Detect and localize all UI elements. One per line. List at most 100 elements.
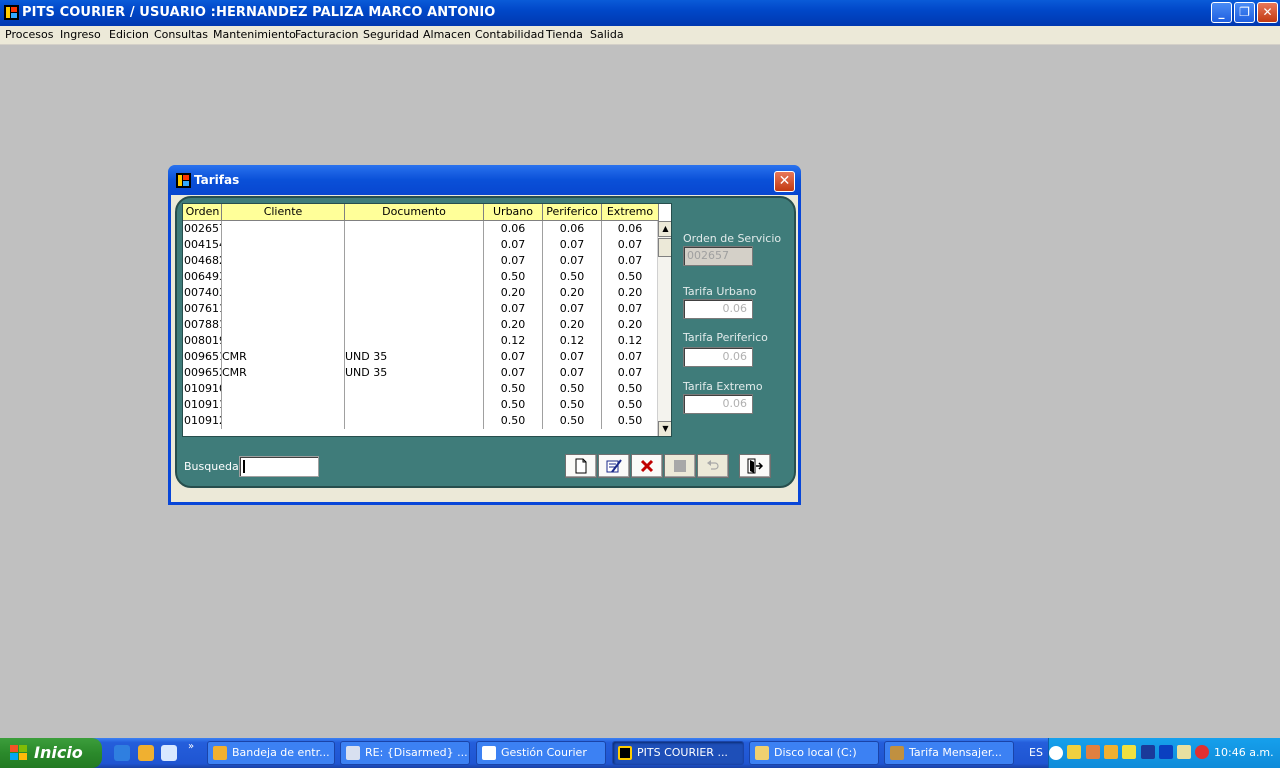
monitor-tray-icon[interactable]: [1177, 745, 1191, 759]
tarifas-grid[interactable]: Orden Cliente Documento Urbano Periferic…: [182, 203, 672, 437]
dialog-close-button[interactable]: ✕: [774, 171, 795, 192]
mail-tray-icon[interactable]: [1067, 745, 1081, 759]
menu-seguridad[interactable]: Seguridad: [363, 28, 419, 41]
undo-button[interactable]: [697, 454, 729, 478]
app-logo-icon: [4, 5, 19, 20]
security-shield-icon[interactable]: [1122, 745, 1136, 759]
busqueda-label: Busqueda: [184, 460, 239, 473]
menu-almacen[interactable]: Almacen: [423, 28, 471, 41]
cell-orden: 010910: [184, 381, 222, 397]
menu-consultas[interactable]: Consultas: [154, 28, 208, 41]
undo-icon: [707, 460, 719, 470]
pits-task-icon: [618, 746, 632, 760]
col-header-extremo[interactable]: Extremo: [602, 204, 659, 221]
tarifas-panel: Orden Cliente Documento Urbano Periferic…: [175, 196, 796, 488]
task-label: Tarifa Mensajer...: [909, 746, 1002, 759]
task-disco-local[interactable]: Disco local (C:): [749, 741, 879, 765]
cell-documento: [345, 301, 484, 317]
scroll-up-button[interactable]: ▲: [658, 221, 671, 237]
delete-button[interactable]: [631, 454, 663, 478]
cell-extremo: 0.07: [602, 365, 659, 381]
scroll-down-button[interactable]: ▼: [658, 421, 671, 436]
cell-documento: [345, 253, 484, 269]
antivirus-tray-icon[interactable]: [1195, 745, 1209, 759]
cell-orden: 009651: [184, 349, 222, 365]
col-header-orden[interactable]: Orden: [183, 204, 222, 221]
tray-expand-icon[interactable]: [1049, 746, 1063, 760]
col-header-periferico[interactable]: Periferico: [543, 204, 602, 221]
text-caret: [243, 460, 245, 473]
task-pits-courier[interactable]: PITS COURIER ...: [612, 741, 744, 765]
cell-documento: UND 35: [345, 365, 484, 381]
table-row[interactable]: 010912 0.50 0.50 0.50: [183, 413, 659, 429]
menu-facturacion[interactable]: Facturacion: [295, 28, 358, 41]
display-tray-icon[interactable]: [1159, 745, 1173, 759]
table-row[interactable]: 007403 0.20 0.20 0.20: [183, 285, 659, 301]
tarifa-periferico-field[interactable]: 0.06: [683, 347, 753, 367]
tarifa-urbano-field[interactable]: 0.06: [683, 299, 753, 319]
outlook-quicklaunch-icon[interactable]: [138, 745, 154, 761]
table-row[interactable]: 006493 0.50 0.50 0.50: [183, 269, 659, 285]
cell-cliente: [222, 237, 345, 253]
table-row[interactable]: 004154 0.07 0.07 0.07: [183, 237, 659, 253]
table-row[interactable]: 007881 0.20 0.20 0.20: [183, 317, 659, 333]
quicklaunch-expand-icon[interactable]: »: [188, 741, 194, 752]
table-row[interactable]: 010911 0.50 0.50 0.50: [183, 397, 659, 413]
restore-button[interactable]: ❐: [1234, 2, 1255, 23]
table-row[interactable]: 007611 0.07 0.07 0.07: [183, 301, 659, 317]
cell-extremo: 0.50: [602, 413, 659, 429]
col-header-documento[interactable]: Documento: [345, 204, 484, 221]
cell-urbano: 0.07: [484, 349, 543, 365]
cell-orden: 010911: [184, 397, 222, 413]
minimize-button[interactable]: _: [1211, 2, 1232, 23]
start-button[interactable]: Inicio: [0, 738, 102, 768]
table-row[interactable]: 004682 0.07 0.07 0.07: [183, 253, 659, 269]
ie-quicklaunch-icon[interactable]: [114, 745, 130, 761]
edit-button[interactable]: [598, 454, 630, 478]
save-button[interactable]: [664, 454, 696, 478]
table-row[interactable]: 009651 CMR UND 35 0.07 0.07 0.07: [183, 349, 659, 365]
cell-documento: [345, 381, 484, 397]
col-header-cliente[interactable]: Cliente: [222, 204, 345, 221]
task-label: Gestión Courier: [501, 746, 587, 759]
exit-button[interactable]: [739, 454, 771, 478]
menu-tienda[interactable]: Tienda: [546, 28, 583, 41]
task-bandeja[interactable]: Bandeja de entr...: [207, 741, 335, 765]
network-tray-icon[interactable]: [1141, 745, 1155, 759]
menu-mantenimiento[interactable]: Mantenimiento: [213, 28, 296, 41]
close-button[interactable]: ✕: [1257, 2, 1278, 23]
table-row[interactable]: 010910 0.50 0.50 0.50: [183, 381, 659, 397]
tarifa-extremo-field[interactable]: 0.06: [683, 394, 753, 414]
cell-urbano: 0.06: [484, 221, 543, 237]
busqueda-input[interactable]: [239, 456, 319, 477]
col-header-urbano[interactable]: Urbano: [484, 204, 543, 221]
table-row[interactable]: 009652 CMR UND 35 0.07 0.07 0.07: [183, 365, 659, 381]
scroll-thumb[interactable]: [658, 238, 671, 257]
cell-orden: 008019: [184, 333, 222, 349]
menu-edicion[interactable]: Edicion: [109, 28, 149, 41]
cell-urbano: 0.07: [484, 237, 543, 253]
cell-urbano: 0.50: [484, 269, 543, 285]
task-tarifa-mensajeria[interactable]: Tarifa Mensajer...: [884, 741, 1014, 765]
menu-salida[interactable]: Salida: [590, 28, 624, 41]
menu-contabilidad[interactable]: Contabilidad: [475, 28, 544, 41]
dialog-titlebar[interactable]: Tarifas ✕: [168, 165, 801, 195]
table-row[interactable]: 008019 0.12 0.12 0.12: [183, 333, 659, 349]
outlook-tray-icon[interactable]: [1104, 745, 1118, 759]
menu-ingreso[interactable]: Ingreso: [60, 28, 101, 41]
cell-cliente: [222, 317, 345, 333]
task-re-disarmed[interactable]: RE: {Disarmed} ...: [340, 741, 470, 765]
app-tray-icon[interactable]: [1086, 745, 1100, 759]
language-indicator[interactable]: ES: [1029, 746, 1043, 759]
cell-documento: [345, 397, 484, 413]
menu-procesos[interactable]: Procesos: [5, 28, 53, 41]
orden-servicio-field[interactable]: 002657: [683, 246, 753, 266]
cell-extremo: 0.50: [602, 381, 659, 397]
grid-scrollbar[interactable]: ▲ ▼: [657, 221, 671, 436]
task-gestion-courier[interactable]: Gestión Courier: [476, 741, 606, 765]
cell-cliente: [222, 397, 345, 413]
new-button[interactable]: [565, 454, 597, 478]
table-row[interactable]: 002657 0.06 0.06 0.06: [183, 221, 659, 237]
desktop-quicklaunch-icon[interactable]: [161, 745, 177, 761]
cell-documento: UND 35: [345, 349, 484, 365]
